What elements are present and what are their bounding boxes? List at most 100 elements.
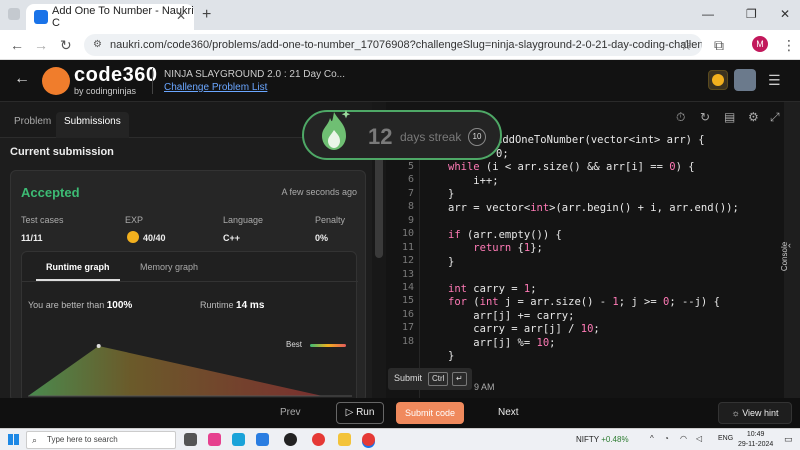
streak-popup[interactable]: 12 days streak 10 [302, 110, 502, 160]
enter-key-icon: ↵ [452, 372, 467, 386]
editor-timestamp: 9 AM [474, 382, 495, 392]
challenge-problem-list-link[interactable]: Challenge Problem List [164, 82, 267, 93]
bottom-action-bar: Prev ▷ Run Submit code Next ☼ View hint [0, 398, 800, 428]
view-hint-button[interactable]: ☼ View hint [718, 402, 792, 424]
challenge-title: NINJA SLAYGROUND 2.0 : 21 Day Co... [164, 69, 345, 80]
line-number: 9 [407, 214, 414, 226]
line-number: 16 [401, 308, 414, 320]
reset-code-icon[interactable]: ↻ [700, 110, 710, 124]
url-bar[interactable]: ⚙ naukri.com/code360/problems/add-one-to… [84, 34, 702, 56]
code-line: addOneToNumber(vector<int> arr) { [496, 134, 705, 146]
line-number: 5 [407, 160, 414, 172]
restore-icon[interactable]: ❐ [746, 7, 757, 21]
code-line-text: 0; [496, 148, 509, 160]
nifty-widget[interactable]: NIFTY +0.48% [576, 435, 629, 444]
bookmark-star-icon[interactable]: ☆ [680, 37, 693, 54]
line-number: 14 [401, 281, 414, 293]
close-window-icon[interactable]: ✕ [780, 7, 790, 21]
edge-icon[interactable] [232, 433, 245, 446]
metric-label: EXP [125, 215, 144, 225]
file-explorer-icon[interactable] [338, 433, 351, 446]
back-arrow-icon[interactable]: ← [14, 70, 30, 88]
line-number: 8 [407, 201, 414, 213]
browser-tab-bar: Add One To Number - Naukri C ✕ + — ❐ ✕ [0, 0, 800, 30]
new-tab-icon[interactable]: + [202, 6, 211, 24]
current-submission-heading: Current submission [10, 146, 114, 158]
submit-code-button[interactable]: Submit code [396, 402, 464, 424]
nifty-label: NIFTY [576, 435, 599, 444]
streak-badge: 10 [468, 128, 486, 146]
minimize-icon[interactable]: — [702, 7, 714, 21]
address-toolbar: ← → ↻ ⚙ naukri.com/code360/problems/add-… [0, 30, 800, 60]
code-line: arr[j] %= 10; [448, 337, 556, 349]
clock-date: 29-11-2024 [738, 441, 774, 448]
submit-shortcut-label: Submit [394, 373, 423, 383]
user-avatar[interactable] [734, 69, 756, 91]
tab-list-icon[interactable] [8, 8, 20, 20]
dell-icon[interactable] [284, 433, 297, 446]
coin-icon [712, 74, 724, 86]
run-label: Run [356, 407, 375, 418]
browser-tab[interactable]: Add One To Number - Naukri C ✕ [26, 4, 194, 30]
code360-logo-icon[interactable] [42, 67, 70, 95]
close-tab-icon[interactable]: ✕ [176, 9, 186, 23]
extensions-icon[interactable]: ⧉ [714, 37, 724, 54]
status-badge: Accepted [21, 185, 80, 200]
submit-shortcut-tooltip: Submit Ctrl ↵ [388, 368, 472, 390]
network-icon[interactable]: ◔ [664, 434, 669, 443]
graph-tabs: Runtime graph Memory graph [22, 252, 358, 282]
wifi-icon[interactable]: ◠ [680, 434, 687, 443]
browser-menu-icon[interactable]: ⋮ [782, 37, 796, 54]
run-button[interactable]: ▷ Run [336, 402, 384, 424]
windows-start-icon[interactable] [8, 434, 19, 445]
left-scrollbar[interactable] [375, 150, 383, 258]
tray-chevron-icon[interactable]: ^ [650, 434, 654, 443]
tab-problem[interactable]: Problem [14, 116, 51, 127]
metric-value: C++ [223, 233, 241, 243]
prev-button[interactable]: Prev [280, 407, 301, 418]
taskbar-clock[interactable]: 10:49 29-11-2024 [738, 430, 773, 450]
opera-icon[interactable] [312, 433, 325, 446]
runtime-value: 14 ms [236, 300, 265, 311]
layout-icon[interactable]: ▤ [724, 110, 735, 124]
task-view-icon[interactable] [184, 433, 197, 446]
language-indicator[interactable]: ENG [718, 435, 733, 442]
view-hint-label: View hint [742, 408, 779, 418]
volume-icon[interactable]: ◁ [696, 434, 702, 443]
profile-avatar[interactable]: M [752, 36, 768, 52]
copilot-icon[interactable] [208, 433, 221, 446]
code-line: while (i < arr.size() && arr[i] == 0) { [448, 161, 695, 173]
code-line: arr = vector<int>(arr.begin() + i, arr.e… [448, 202, 739, 214]
browser-tab-title: Add One To Number - Naukri C [52, 5, 194, 29]
back-icon[interactable]: ← [10, 37, 24, 53]
codingninjas-favicon-icon [34, 10, 48, 24]
line-number: 11 [401, 241, 414, 253]
code-line: } [448, 188, 455, 200]
tab-runtime-graph[interactable]: Runtime graph [36, 262, 119, 281]
taskbar-search-input[interactable]: ⌕ Type here to search [26, 431, 176, 449]
tab-memory-graph[interactable]: Memory graph [140, 262, 198, 272]
better-than-prefix: You are better than [28, 300, 105, 310]
fullscreen-icon[interactable]: ⤢ [770, 110, 780, 125]
streak-count: 12 [368, 124, 393, 149]
next-button[interactable]: Next [498, 407, 519, 418]
notifications-icon[interactable]: ▭ [784, 434, 793, 445]
streak-label: days streak [400, 130, 462, 144]
coins-button[interactable] [708, 70, 728, 90]
lightbulb-icon: ☼ [731, 408, 740, 418]
timer-icon[interactable]: ⏱ [676, 110, 685, 125]
console-toggle[interactable]: ‹ Console [780, 102, 800, 398]
hamburger-menu-icon[interactable]: ☰ [768, 72, 781, 89]
reload-icon[interactable]: ↻ [60, 37, 72, 54]
site-info-icon[interactable]: ⚙ [93, 34, 102, 56]
nifty-change: +0.48% [601, 435, 629, 444]
header-divider [152, 68, 153, 94]
chrome-icon[interactable] [362, 433, 375, 446]
forward-icon[interactable]: → [34, 37, 48, 53]
settings-gear-icon[interactable]: ⚙ [748, 110, 759, 124]
graph-box: Runtime graph Memory graph You are bette… [21, 251, 358, 411]
submission-time: A few seconds ago [281, 187, 357, 197]
store-icon[interactable] [256, 433, 269, 446]
tab-submissions[interactable]: Submissions [56, 112, 129, 138]
flame-icon [322, 110, 351, 150]
